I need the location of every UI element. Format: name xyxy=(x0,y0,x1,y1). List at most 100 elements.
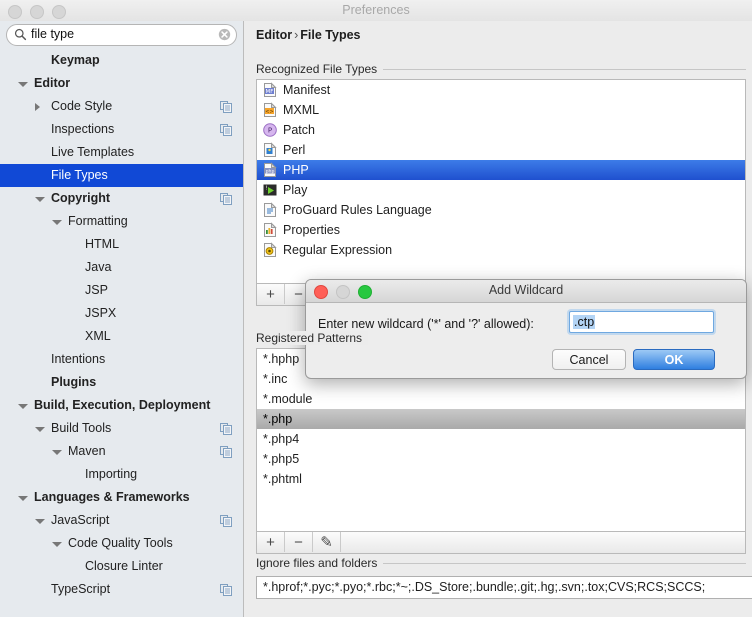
chevron-down-icon[interactable] xyxy=(35,197,45,202)
sidebar-item-closure-linter[interactable]: Closure Linter xyxy=(0,555,243,578)
copy-to-project-icon[interactable] xyxy=(220,515,232,527)
copy-to-project-icon[interactable] xyxy=(220,124,232,136)
add-wildcard-dialog: Add Wildcard Enter new wildcard ('*' and… xyxy=(305,279,747,379)
file-type-label: Manifest xyxy=(283,83,331,97)
breadcrumb: Editor › File Types xyxy=(256,28,361,42)
sidebar-item-label: Editor xyxy=(34,76,71,90)
copy-to-project-icon[interactable] xyxy=(220,423,232,435)
window-titlebar: Preferences xyxy=(0,0,752,22)
file-type-label: Properties xyxy=(283,223,340,237)
chevron-down-icon[interactable] xyxy=(18,496,28,501)
add-file-type-button[interactable]: + xyxy=(257,284,285,304)
sidebar-item-editor[interactable]: Editor xyxy=(0,72,243,95)
window-title: Preferences xyxy=(342,3,410,17)
file-type-label: Play xyxy=(283,183,308,197)
sidebar-item-inspections[interactable]: Inspections xyxy=(0,118,243,141)
breadcrumb-leaf: File Types xyxy=(300,28,361,42)
pattern-row[interactable]: *.module xyxy=(257,389,745,409)
regex-file-icon xyxy=(264,242,277,257)
sidebar-item-jspx[interactable]: JSPX xyxy=(0,302,243,325)
patch-file-icon: P xyxy=(263,123,277,137)
registered-toolbar: + − ✎ xyxy=(256,532,746,554)
file-type-row[interactable]: P Patch xyxy=(257,120,745,140)
sidebar-item-maven[interactable]: Maven xyxy=(0,440,243,463)
chevron-down-icon[interactable] xyxy=(18,404,28,409)
sidebar-item-label: Java xyxy=(85,260,112,274)
ok-button[interactable]: OK xyxy=(633,349,715,370)
sidebar-item-keymap[interactable]: Keymap xyxy=(0,49,243,72)
pattern-row[interactable]: *.phtml xyxy=(257,469,745,489)
sidebar-item-languages-frameworks[interactable]: Languages & Frameworks xyxy=(0,486,243,509)
pattern-row[interactable]: *.php4 xyxy=(257,429,745,449)
sidebar-item-jsp[interactable]: JSP xyxy=(0,279,243,302)
sidebar-item-code-style[interactable]: Code Style xyxy=(0,95,243,118)
chevron-down-icon[interactable] xyxy=(52,450,62,455)
file-type-row[interactable]: ProGuard Rules Language xyxy=(257,200,745,220)
ignore-files-input[interactable]: *.hprof;*.pyc;*.pyo;*.rbc;*~;.DS_Store;.… xyxy=(256,576,752,599)
sidebar-item-label: Plugins xyxy=(51,375,97,389)
sidebar-item-typescript[interactable]: TypeScript xyxy=(0,578,243,601)
sidebar-item-intentions[interactable]: Intentions xyxy=(0,348,243,371)
file-type-label: ProGuard Rules Language xyxy=(283,203,432,217)
sidebar-item-html[interactable]: HTML xyxy=(0,233,243,256)
sidebar-item-label: JavaScript xyxy=(51,513,110,527)
file-type-row[interactable]: Properties xyxy=(257,220,745,240)
registered-patterns-label: Registered Patterns xyxy=(256,331,369,345)
add-wildcard-button[interactable]: + xyxy=(257,532,285,552)
sidebar-item-build-execution-deployment[interactable]: Build, Execution, Deployment xyxy=(0,394,243,417)
file-type-row[interactable]: MF Manifest xyxy=(257,80,745,100)
chevron-down-icon[interactable] xyxy=(18,82,28,87)
wildcard-input[interactable]: .ctp xyxy=(569,311,714,333)
sidebar-item-label: Code Style xyxy=(51,99,113,113)
copy-to-project-icon[interactable] xyxy=(220,584,232,596)
sidebar-item-javascript[interactable]: JavaScript xyxy=(0,509,243,532)
breadcrumb-root[interactable]: Editor xyxy=(256,28,292,42)
sidebar-item-file-types[interactable]: File Types xyxy=(0,164,243,187)
dialog-prompt-label: Enter new wildcard ('*' and '?' allowed)… xyxy=(318,317,534,331)
edit-wildcard-button[interactable]: ✎ xyxy=(313,532,341,552)
chevron-right-icon[interactable] xyxy=(35,103,40,111)
sidebar-item-code-quality-tools[interactable]: Code Quality Tools xyxy=(0,532,243,555)
sidebar-item-label: XML xyxy=(85,329,111,343)
file-type-row[interactable]: Regular Expression xyxy=(257,240,745,260)
file-type-label: PHP xyxy=(283,163,309,177)
copy-to-project-icon[interactable] xyxy=(220,101,232,113)
search-input-value: file type xyxy=(31,27,75,41)
chevron-down-icon[interactable] xyxy=(35,519,45,524)
sidebar-item-label: Copyright xyxy=(51,191,111,205)
pattern-row[interactable]: *.php xyxy=(257,409,745,429)
recognized-file-types-list[interactable]: MF Manifest <> MXML P Patch Perl php PHP ! Play Pro… xyxy=(256,79,746,284)
sidebar-item-plugins[interactable]: Plugins xyxy=(0,371,243,394)
file-type-row[interactable]: <> MXML xyxy=(257,100,745,120)
chevron-down-icon[interactable] xyxy=(52,220,62,225)
dialog-titlebar: Add Wildcard xyxy=(306,280,746,303)
svg-text:<>: <> xyxy=(265,109,273,115)
sidebar-item-java[interactable]: Java xyxy=(0,256,243,279)
remove-wildcard-button[interactable]: − xyxy=(285,532,313,552)
clear-circle-icon[interactable] xyxy=(218,28,231,41)
preferences-window: Preferences file type Keymap Editor Code S… xyxy=(0,0,752,617)
copy-to-project-icon[interactable] xyxy=(220,446,232,458)
sidebar-item-copyright[interactable]: Copyright xyxy=(0,187,243,210)
sidebar-item-live-templates[interactable]: Live Templates xyxy=(0,141,243,164)
file-type-row[interactable]: php PHP xyxy=(257,160,745,180)
proguard-file-icon xyxy=(264,202,277,217)
sidebar-item-label: TypeScript xyxy=(51,582,111,596)
file-type-row[interactable]: ! Play xyxy=(257,180,745,200)
sidebar-item-label: Code Quality Tools xyxy=(68,536,173,550)
sidebar-item-label: Languages & Frameworks xyxy=(34,490,190,504)
pattern-row[interactable]: *.php5 xyxy=(257,449,745,469)
sidebar-item-importing[interactable]: Importing xyxy=(0,463,243,486)
sidebar-item-formatting[interactable]: Formatting xyxy=(0,210,243,233)
sidebar-item-label: Formatting xyxy=(68,214,128,228)
file-type-row[interactable]: Perl xyxy=(257,140,745,160)
chevron-down-icon[interactable] xyxy=(52,542,62,547)
properties-file-icon xyxy=(264,222,277,237)
sidebar-item-build-tools[interactable]: Build Tools xyxy=(0,417,243,440)
file-type-label: Perl xyxy=(283,143,306,157)
cancel-button[interactable]: Cancel xyxy=(552,349,626,370)
chevron-down-icon[interactable] xyxy=(35,427,45,432)
copy-to-project-icon[interactable] xyxy=(220,193,232,205)
php-file-icon: php xyxy=(264,162,277,177)
sidebar-item-xml[interactable]: XML xyxy=(0,325,243,348)
